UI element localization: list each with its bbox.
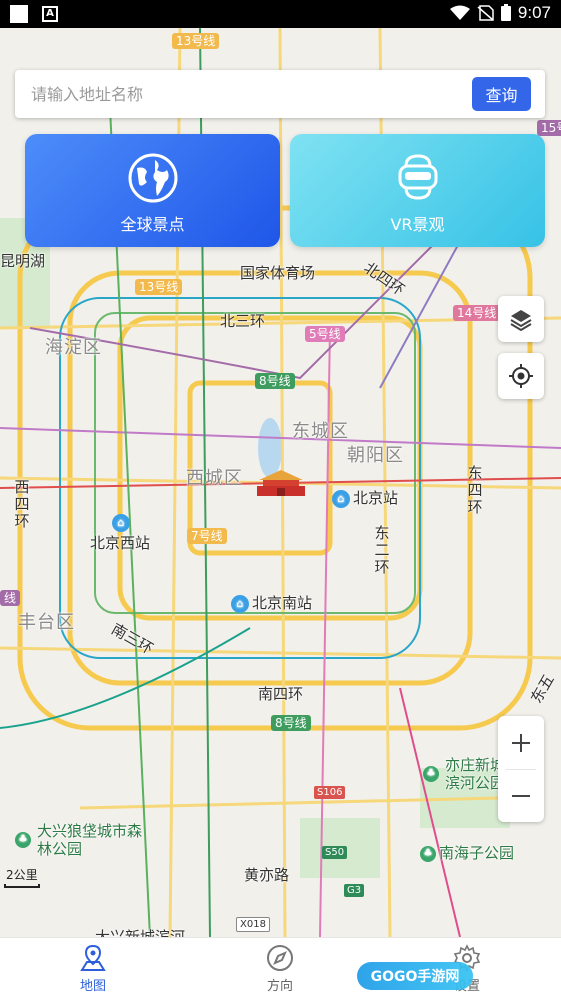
station-name: 北京南站 xyxy=(252,594,313,612)
park-name: 南海子公园 xyxy=(439,844,515,862)
globe-icon xyxy=(128,153,177,203)
zoom-out-button[interactable] xyxy=(498,769,544,822)
nav-item-direction[interactable]: 方向 xyxy=(240,944,320,994)
card-label: VR景观 xyxy=(390,215,445,234)
district-label: 西城区 xyxy=(186,468,243,489)
road-shield: X018 xyxy=(236,917,270,932)
road-label: 北三环 xyxy=(220,312,266,330)
clock: 9:07 xyxy=(517,3,551,22)
station-icon: ⌂ xyxy=(231,594,249,613)
map-scale-bar xyxy=(4,884,40,888)
road-label: 黄亦路 xyxy=(244,866,290,884)
map-scale-label: 2公里 xyxy=(6,868,38,882)
compass-icon xyxy=(267,945,293,971)
road-shield: S50 xyxy=(322,846,348,859)
notification-square-icon xyxy=(10,5,28,23)
search-bar: 查询 xyxy=(15,70,545,118)
locate-crosshair-icon xyxy=(509,364,533,388)
tiananmen-landmark-icon xyxy=(257,470,305,496)
subway-line-badge: 14号线 xyxy=(453,305,501,321)
subway-line-badge: 15号 xyxy=(537,120,561,136)
station-icon: ⌂ xyxy=(332,489,350,508)
district-label: 丰台区 xyxy=(18,612,75,633)
subway-line-badge: 线 xyxy=(0,590,21,606)
road-shield: S106 xyxy=(314,786,346,799)
place-label: 大兴新城滨河 xyxy=(95,928,186,937)
minus-icon xyxy=(512,794,530,797)
road-label: 西四环 xyxy=(14,478,30,530)
card-label: 全球景点 xyxy=(120,215,185,234)
subway-line-badge: 8号线 xyxy=(271,715,311,731)
park-label: ♣ 大兴狼垡城市森林公园 xyxy=(15,822,147,858)
subway-line-badge: 7号线 xyxy=(187,528,227,544)
station-name: 北京站 xyxy=(353,489,399,507)
wifi-icon xyxy=(449,5,470,20)
district-label: 东城区 xyxy=(292,421,349,442)
station-label: ⌂ 北京南站 xyxy=(231,592,312,613)
no-sim-icon xyxy=(477,5,494,21)
park-name: 大兴狼垡城市森林公园 xyxy=(37,822,143,858)
watermark-logo: GOGO手游网 xyxy=(357,962,473,990)
nav-label: 方向 xyxy=(266,979,293,994)
map-pin-icon xyxy=(80,944,106,971)
global-attractions-card[interactable]: 全球景点 xyxy=(25,134,280,247)
place-label-lake: 昆明湖 xyxy=(0,252,46,270)
district-label: 朝阳区 xyxy=(347,445,404,466)
station-label: ⌂ 北京西站 xyxy=(90,514,151,553)
district-label: 海淀区 xyxy=(45,337,102,358)
zoom-in-button[interactable] xyxy=(498,716,544,769)
park-label: ♣ 南海子公园 xyxy=(420,842,514,863)
road-label: 东四环 xyxy=(467,464,483,516)
vr-headset-icon xyxy=(398,154,437,200)
layers-icon xyxy=(510,310,532,331)
status-bar: A 9:07 xyxy=(0,0,561,28)
battery-icon xyxy=(500,4,511,21)
locate-button[interactable] xyxy=(498,353,544,399)
font-a-icon: A xyxy=(42,6,58,22)
road-shield: G3 xyxy=(344,884,365,897)
nav-label: 地图 xyxy=(79,979,106,994)
plus-icon xyxy=(512,733,530,752)
road-label: 东二环 xyxy=(374,524,390,576)
park-icon: ♣ xyxy=(420,845,436,862)
zoom-controls xyxy=(498,716,544,822)
vr-landscape-card[interactable]: VR景观 xyxy=(290,134,545,247)
subway-line-badge: 5号线 xyxy=(305,326,345,342)
subway-line-badge: 13号线 xyxy=(172,33,220,49)
bottom-navigation: 地图 方向 设置 xyxy=(0,937,561,999)
road-label: 南四环 xyxy=(258,685,304,703)
subway-line-badge: 8号线 xyxy=(255,373,295,389)
station-name: 北京西站 xyxy=(90,534,151,552)
search-input[interactable] xyxy=(31,82,451,106)
park-icon: ♣ xyxy=(423,766,439,782)
search-button[interactable]: 查询 xyxy=(472,77,531,111)
place-label-stadium: 国家体育场 xyxy=(240,264,316,282)
park-icon: ♣ xyxy=(15,832,31,848)
park-name: 亦庄新城滨河公园 xyxy=(445,756,506,792)
station-icon: ⌂ xyxy=(112,514,130,532)
layers-button[interactable] xyxy=(498,296,544,342)
station-label: ⌂ 北京站 xyxy=(332,487,398,508)
nav-item-map[interactable]: 地图 xyxy=(53,944,133,994)
subway-line-badge: 13号线 xyxy=(135,279,183,295)
